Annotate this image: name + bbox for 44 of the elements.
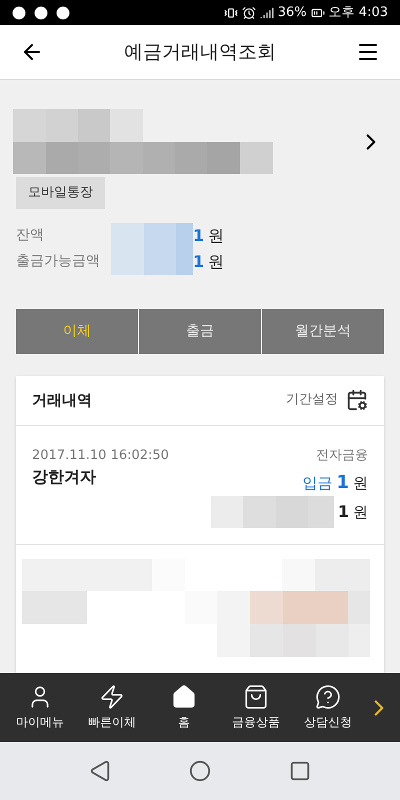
period-setting-button[interactable]: 기간설정 [286, 389, 368, 411]
nav-item[interactable]: 마이메뉴 [4, 684, 76, 731]
home-nav-button[interactable] [189, 760, 211, 782]
app-icon [56, 6, 70, 20]
square-icon [289, 760, 311, 782]
transaction-name: 강한겨자 [32, 466, 97, 488]
balance-label: 출금가능금액 [16, 252, 101, 271]
currency-unit: 원 [208, 250, 224, 272]
battery-percent: 36% [278, 4, 307, 22]
calendar-icon [346, 389, 368, 411]
circle-icon [189, 760, 211, 782]
currency-unit: 원 [353, 473, 368, 494]
transaction-amount: 1 [336, 471, 349, 495]
back-nav-button[interactable] [89, 760, 111, 782]
action-tab[interactable]: 월간분석 [262, 308, 384, 354]
nav-item[interactable]: 빠른이체 [76, 684, 148, 731]
nav-item[interactable]: 금융상품 [220, 684, 292, 731]
signal-icon [260, 6, 274, 20]
clock: 오후 4:03 [328, 4, 388, 22]
recents-nav-button[interactable] [289, 760, 311, 782]
nav-item[interactable]: 상담신청 [292, 684, 364, 731]
transaction-type: 입금 [302, 473, 332, 494]
app-icon [34, 6, 48, 20]
vibrate-icon [224, 6, 238, 20]
transaction-datetime: 2017.11.10 16:02:50 [32, 446, 170, 464]
triangle-icon [89, 760, 111, 782]
balance-amount: 1 [193, 224, 204, 246]
transaction-channel: 전자금융 [316, 446, 368, 464]
balance-after: 1 [338, 501, 349, 523]
alarm-icon [242, 6, 256, 20]
account-type-tag: 모바일통장 [16, 177, 105, 208]
nav-item[interactable]: 홈 [148, 684, 220, 731]
question-bubble-icon [315, 684, 341, 710]
action-tab[interactable]: 출금 [139, 308, 261, 354]
currency-unit: 원 [208, 224, 224, 246]
balance-amount: 1 [193, 250, 204, 272]
app-icon [12, 6, 26, 20]
bag-icon [243, 684, 269, 710]
section-title: 거래내역 [32, 390, 93, 411]
balance-label: 잔액 [16, 226, 45, 245]
page-title: 예금거래내역조회 [123, 40, 277, 65]
home-icon [171, 684, 197, 710]
currency-unit: 원 [353, 502, 368, 523]
lightning-icon [99, 684, 125, 710]
